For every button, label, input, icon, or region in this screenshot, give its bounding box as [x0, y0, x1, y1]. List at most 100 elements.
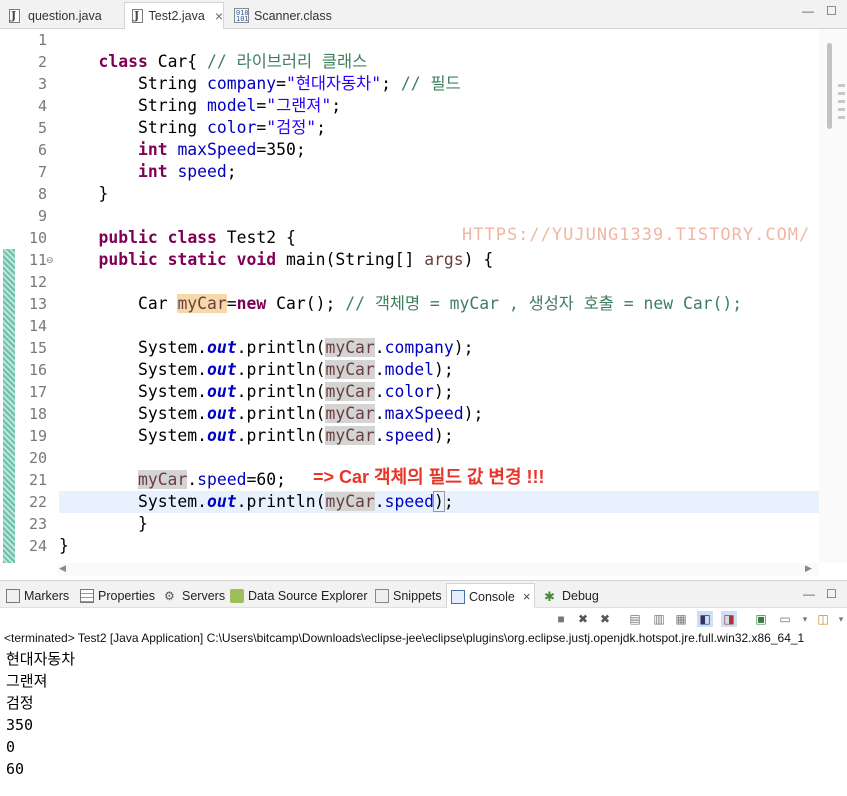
line-number: 20	[28, 449, 47, 467]
line-number: 24	[28, 537, 47, 555]
console-toolbar: ■ ✖ ✖ ▤ ▥ ▦ ◧ ◨ ▣ ▭ ▾ ◫ ▾	[0, 608, 847, 630]
code-line: int speed;	[137, 162, 237, 181]
pin-console-icon[interactable]: ▣	[753, 611, 769, 627]
line-number: 2	[37, 53, 47, 71]
line-number: 17	[28, 383, 47, 401]
scroll-right-icon[interactable]: ▶	[805, 563, 812, 574]
tab-scanner-class[interactable]: 010 101 Scanner.class	[228, 3, 338, 28]
line-number: 1	[37, 31, 47, 49]
line-number: 23	[28, 515, 47, 533]
line-number: 15	[28, 339, 47, 357]
scrollbar-thumb[interactable]	[827, 43, 832, 129]
show-on-stdout-icon[interactable]: ◧	[697, 611, 713, 627]
line-number: 8	[37, 185, 47, 203]
clear-console-icon[interactable]: ▤	[627, 611, 643, 627]
code-line: System.out.println(myCar.maxSpeed);	[137, 404, 484, 423]
scroll-left-icon[interactable]: ◀	[59, 563, 66, 574]
open-console-icon[interactable]: ◫	[815, 611, 831, 627]
tab-test2-java[interactable]: J Test2.java ×	[124, 2, 224, 29]
chevron-down-icon[interactable]: ▾	[833, 611, 847, 627]
stop-icon[interactable]: ■	[553, 611, 569, 627]
close-icon[interactable]: ×	[523, 589, 531, 604]
code-line: }	[59, 536, 69, 555]
tab-label: question.java	[28, 8, 102, 23]
scroll-lock-icon[interactable]: ▥	[651, 611, 667, 627]
line-number: 18	[28, 405, 47, 423]
code-line: System.out.println(myCar.speed);	[137, 426, 454, 445]
tab-snippets[interactable]: Snippets	[375, 585, 442, 607]
line-number: 11	[28, 251, 47, 269]
code-line: String color="검정";	[137, 118, 327, 137]
maximize-icon[interactable]: ☐	[826, 587, 837, 601]
snippets-icon	[375, 589, 389, 603]
line-number: 4	[37, 97, 47, 115]
panel-tab-bar: Markers Properties ⚙ Servers Data Source…	[0, 580, 847, 609]
fold-icon[interactable]: ⊖	[46, 255, 54, 266]
line-number: 22	[28, 493, 47, 511]
minimize-icon[interactable]: —	[802, 4, 814, 18]
code-line: System.out.println(myCar.model);	[137, 360, 454, 379]
line-number: 16	[28, 361, 47, 379]
console-line: 0	[6, 738, 16, 756]
minimize-icon[interactable]: —	[803, 587, 815, 601]
line-number: 14	[28, 317, 47, 335]
tab-servers[interactable]: ⚙ Servers	[164, 585, 225, 607]
console-line: 검정	[6, 694, 34, 712]
remove-launch-icon[interactable]: ✖	[575, 611, 591, 627]
line-number: 3	[37, 75, 47, 93]
tab-question-java[interactable]: J question.java	[2, 3, 122, 28]
console-output[interactable]: 현대자동차 그랜져 검정 350 0 60	[0, 648, 847, 796]
annotation-text: => Car 객체의 필드 값 변경 !!!	[313, 467, 545, 487]
tab-properties[interactable]: Properties	[80, 585, 155, 607]
console-line: 350	[6, 716, 34, 734]
properties-icon	[80, 589, 94, 603]
debug-icon: ✱	[544, 589, 555, 604]
blog-watermark: HTTPS://YUJUNG1339.TISTORY.COM/	[462, 225, 811, 245]
code-line: Car myCar=new Car(); // 객체명 = myCar , 생성…	[137, 294, 743, 313]
tab-console[interactable]: Console ×	[446, 583, 536, 609]
console-line: 현대자동차	[6, 650, 76, 668]
code-editor[interactable]: 1 2 3 4 5 6 7 8 9 10 11 ⊖ 12 13 14 15 16…	[0, 29, 847, 576]
tab-debug[interactable]: ✱ Debug	[544, 585, 599, 607]
overview-ruler[interactable]	[838, 84, 847, 134]
line-number: 10	[28, 229, 47, 247]
terminated-status: <terminated> Test2 [Java Application] C:…	[4, 631, 805, 645]
close-icon[interactable]: ×	[215, 8, 223, 24]
current-code-line: System.out.println(myCar.speed);	[59, 491, 819, 513]
code-line: String model="그랜져";	[137, 96, 342, 115]
line-number: 5	[37, 119, 47, 137]
tab-markers[interactable]: Markers	[6, 585, 69, 607]
line-number-gutter: 1 2 3 4 5 6 7 8 9 10 11 ⊖ 12 13 14 15 16…	[0, 29, 57, 563]
tab-label: Test2.java	[148, 9, 205, 23]
data-source-icon	[230, 589, 244, 603]
markers-icon	[6, 589, 20, 603]
maximize-icon[interactable]: ☐	[826, 4, 837, 18]
editor-tab-bar: J question.java J Test2.java × 010 101 Sc…	[0, 0, 847, 29]
horizontal-scrollbar[interactable]: ◀ ▶	[57, 563, 819, 576]
line-number: 13	[28, 295, 47, 313]
code-line: String company="현대자동차"; // 필드	[137, 74, 461, 93]
line-number: 19	[28, 427, 47, 445]
console-line: 60	[6, 760, 25, 778]
line-number: 6	[37, 141, 47, 159]
code-line: public static void main(String[] args) {	[98, 250, 494, 269]
code-line: int maxSpeed=350;	[137, 140, 306, 159]
servers-icon: ⚙	[164, 589, 175, 603]
chevron-down-icon[interactable]: ▾	[797, 611, 813, 627]
code-line: }	[98, 184, 109, 203]
line-number: 9	[37, 207, 47, 225]
remove-all-icon[interactable]: ✖	[597, 611, 613, 627]
show-on-stderr-icon[interactable]: ◨	[721, 611, 737, 627]
word-wrap-icon[interactable]: ▦	[673, 611, 689, 627]
code-line: System.out.println(myCar.company);	[137, 338, 474, 357]
java-file-icon: J	[131, 8, 143, 24]
java-file-icon: J	[8, 8, 22, 24]
display-console-icon[interactable]: ▭	[777, 611, 793, 627]
line-number: 7	[37, 163, 47, 181]
line-number: 21	[28, 471, 47, 489]
code-line: class Car{ // 라이브러리 클래스	[98, 52, 368, 71]
line-number: 12	[28, 273, 47, 291]
console-line: 그랜져	[6, 672, 48, 690]
tab-data-source-explorer[interactable]: Data Source Explorer	[230, 585, 368, 607]
code-line: }	[137, 514, 148, 533]
